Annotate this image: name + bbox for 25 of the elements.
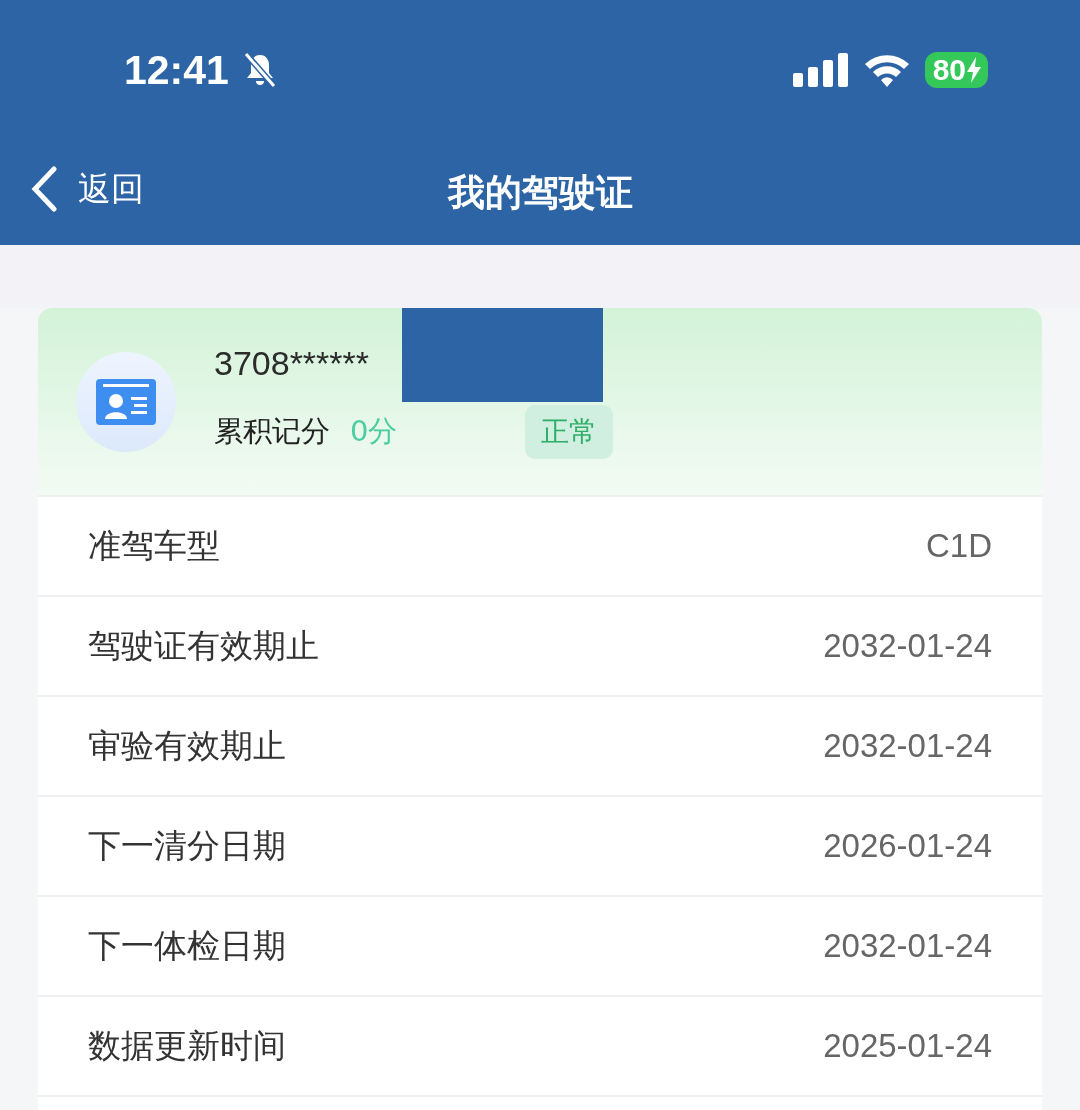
battery-icon: 80 bbox=[924, 52, 988, 88]
field-label: 驾驶证有效期止 bbox=[88, 624, 319, 667]
bolt-icon bbox=[966, 57, 982, 83]
field-value: 2032-01-24 bbox=[823, 627, 992, 665]
status-badge: 正常 bbox=[525, 405, 614, 459]
field-label: 下一清分日期 bbox=[88, 824, 286, 867]
field-value: 2026-01-24 bbox=[823, 827, 992, 865]
field-label: 下一体检日期 bbox=[88, 924, 286, 967]
field-value: 2025-01-24 bbox=[823, 1027, 992, 1065]
license-number: 3708****** bbox=[214, 344, 371, 383]
points-value: 0分 bbox=[350, 413, 398, 450]
clock-time: 12:41 bbox=[124, 46, 229, 94]
back-button[interactable]: 返回 bbox=[30, 166, 144, 212]
field-value: C1D bbox=[925, 527, 992, 565]
field-value: 2032-01-24 bbox=[823, 927, 992, 965]
bell-slash-icon bbox=[242, 52, 277, 88]
page-title: 我的驾驶证 bbox=[447, 169, 633, 216]
points-label: 累积记分 bbox=[214, 413, 330, 450]
id-card-icon bbox=[96, 378, 156, 425]
field-label: 数据更新时间 bbox=[88, 1024, 286, 1067]
field-label: 准驾车型 bbox=[88, 524, 220, 567]
field-label: 审验有效期止 bbox=[88, 724, 286, 767]
field-value: 2032-01-24 bbox=[823, 727, 992, 765]
signal-icon bbox=[792, 53, 849, 87]
chevron-left-icon bbox=[30, 166, 58, 212]
